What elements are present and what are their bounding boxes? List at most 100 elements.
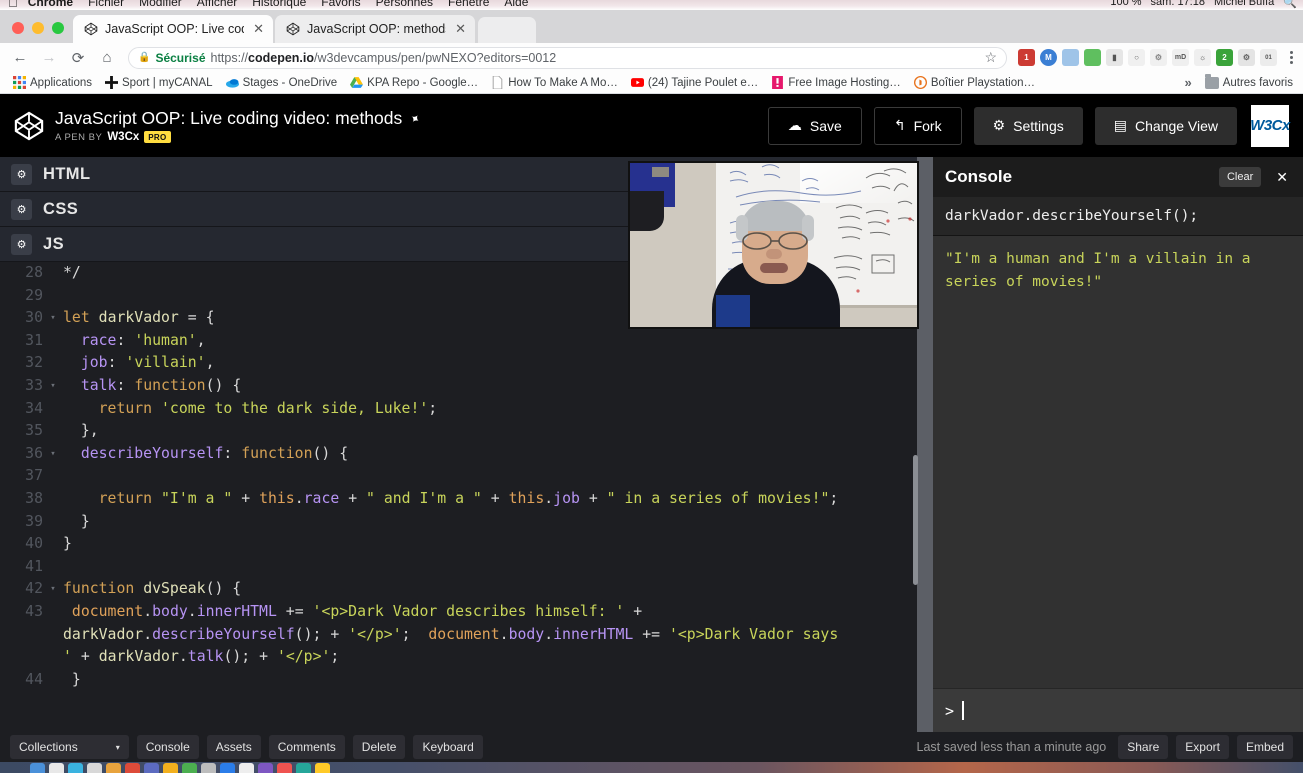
gear-icon[interactable]: ⚙ [11,163,32,185]
embed-button[interactable]: Embed [1236,735,1293,759]
bookmarks-overflow-button[interactable]: » [1179,75,1196,90]
fold-marker[interactable] [46,420,60,443]
dock-item[interactable] [87,763,102,773]
fold-marker[interactable] [46,330,60,353]
extension-icon-8[interactable]: mD [1172,49,1189,66]
forward-arrow-icon[interactable]: → [36,45,62,71]
change-view-button[interactable]: ▤ Change View [1094,106,1237,145]
dock-item[interactable] [277,763,292,773]
dock-item[interactable] [30,763,45,773]
close-tab-1-icon[interactable]: ✕ [251,21,264,37]
fold-marker[interactable] [46,533,60,556]
address-bar[interactable]: 🔒 Sécurisé https://codepen.io/w3devcampu… [128,46,1007,69]
menu-item-chrome[interactable]: Chrome [28,0,73,9]
bookmark-applications[interactable]: Applications [8,74,97,91]
chrome-menu-button[interactable] [1282,51,1298,64]
menu-item-afficher[interactable]: Afficher [197,0,237,9]
apple-icon[interactable]:  [8,0,18,10]
fold-marker[interactable]: ▾ [46,375,60,398]
extension-icon-5[interactable]: ▮ [1106,49,1123,66]
fold-marker[interactable] [46,352,60,375]
menu-item-aide[interactable]: Aide [504,0,528,9]
settings-button[interactable]: ⚙ Settings [973,106,1083,145]
gear-icon[interactable]: ⚙ [11,233,32,255]
bookmark-free-image-hosting[interactable]: Free Image Hosting… [766,74,906,91]
gear-icon[interactable]: ⚙ [11,198,32,220]
minimize-window-button[interactable] [32,22,44,34]
browser-tab-1[interactable]: JavaScript OOP: Live coding vi ✕ [73,15,273,43]
fold-marker[interactable] [46,465,60,488]
home-icon[interactable]: ⌂ [94,45,120,71]
fold-marker[interactable] [46,398,60,421]
back-arrow-icon[interactable]: ← [7,45,33,71]
fork-button[interactable]: ↰ Fork [873,106,962,145]
fold-marker[interactable] [46,488,60,511]
bookmark-how-to-make[interactable]: How To Make A Mo… [486,74,623,91]
star-icon[interactable]: ☆ [984,49,997,66]
console-toggle-button[interactable]: Console [136,735,199,759]
menubar-user[interactable]: Michel Buffa [1214,0,1274,8]
menu-item-fichier[interactable]: Fichier [88,0,124,9]
menu-item-modifier[interactable]: Modifier [139,0,182,9]
bookmark-kpa-repo[interactable]: KPA Repo - Google… [345,74,483,91]
fold-marker[interactable] [46,285,60,308]
extension-icon-1[interactable]: 1 [1018,49,1035,66]
dock-item[interactable] [220,763,235,773]
dock-item[interactable] [258,763,273,773]
close-tab-2-icon[interactable]: ✕ [453,21,466,37]
dock-item[interactable] [163,763,178,773]
fold-marker[interactable]: ▾ [46,443,60,466]
dock-item[interactable] [68,763,83,773]
assets-button[interactable]: Assets [206,735,261,759]
extension-icon-7[interactable]: ⚙ [1150,49,1167,66]
fold-marker[interactable]: ▾ [46,307,60,330]
extension-icon-4[interactable] [1084,49,1101,66]
other-bookmarks-folder[interactable]: Autres favoris [1200,73,1298,91]
dock-item[interactable] [315,763,330,773]
code-editor[interactable]: 28 */ 29 30 ▾ let darkVador = { 31 race: 'h… [0,262,930,732]
close-window-button[interactable] [12,22,24,34]
comments-button[interactable]: Comments [268,735,345,759]
menu-item-favoris[interactable]: Favoris [321,0,360,9]
extension-icon-9[interactable]: 2 [1216,49,1233,66]
extension-icon-10[interactable]: ⚙ [1238,49,1255,66]
fold-marker[interactable] [46,601,60,624]
extension-icon-2[interactable]: M [1040,49,1057,66]
menubar-battery[interactable]: 100 % [1110,0,1141,8]
fold-marker[interactable] [46,262,60,285]
w3c-badge[interactable]: W3Cx [1250,104,1290,147]
share-button[interactable]: Share [1118,735,1169,759]
console-input-row[interactable]: > [933,688,1303,732]
bookmark-tajine-poulet[interactable]: (24) Tajine Poulet e… [626,74,763,91]
delete-button[interactable]: Delete [352,735,406,759]
dock-item[interactable] [182,763,197,773]
pen-author[interactable]: W3Cx [107,131,139,143]
fold-marker[interactable] [46,669,60,692]
dock-item[interactable] [49,763,64,773]
menu-item-historique[interactable]: Historique [252,0,306,9]
menu-item-personnes[interactable]: Personnes [376,0,433,9]
reload-icon[interactable]: ⟳ [65,45,91,71]
editor-vertical-scrollbar[interactable] [913,455,918,585]
menubar-clock[interactable]: sam. 17:18 [1151,0,1205,8]
bookmark-sport-mycanal[interactable]: Sport | myCANAL [100,74,218,91]
dock-item[interactable] [296,763,311,773]
fold-marker[interactable] [46,556,60,579]
keyboard-button[interactable]: Keyboard [413,735,483,759]
extension-icon-6[interactable]: ○ [1128,49,1145,66]
pin-icon[interactable]: ✦ [407,110,423,127]
cast-icon[interactable]: ☼ [1194,49,1211,66]
console-clear-button[interactable]: Clear [1218,167,1262,187]
bookmark-boitier-playstation[interactable]: Boîtier Playstation… [909,74,1040,91]
export-button[interactable]: Export [1176,735,1229,759]
dock-item[interactable] [201,763,216,773]
extension-icon-11[interactable]: 01 [1260,49,1277,66]
fold-marker[interactable]: ▾ [46,578,60,601]
codepen-logo-icon[interactable] [14,111,44,141]
dock-item[interactable] [239,763,254,773]
close-icon[interactable]: ✕ [1269,166,1295,188]
browser-tab-2[interactable]: JavaScript OOP: methods and ✕ [275,15,475,43]
maximize-window-button[interactable] [52,22,64,34]
spotlight-icon[interactable]: 🔍 [1283,0,1297,9]
extension-icon-3[interactable] [1062,49,1079,66]
